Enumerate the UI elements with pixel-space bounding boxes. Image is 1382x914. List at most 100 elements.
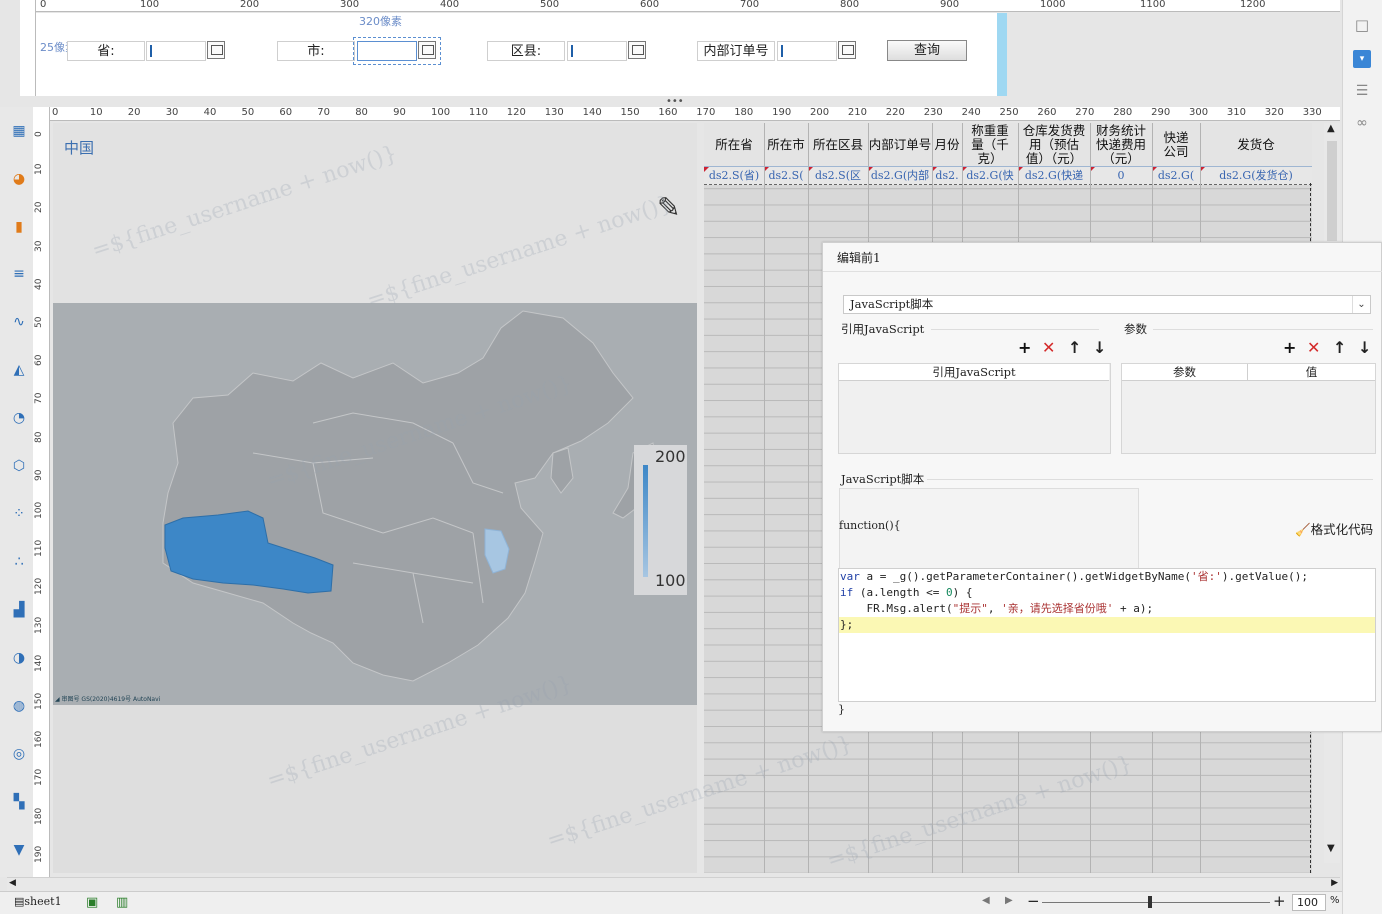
data-cell[interactable]: ds2.G(发货仓): [1200, 167, 1312, 185]
add-param-icon[interactable]: +: [1283, 340, 1296, 356]
scroll-down-icon[interactable]: ▼: [1327, 843, 1335, 854]
order-no-dropdown-icon[interactable]: [838, 41, 856, 59]
header-cell[interactable]: 快递公司: [1152, 123, 1200, 167]
zoom-in-icon[interactable]: +: [1273, 892, 1286, 910]
donut-chart-icon[interactable]: ◑: [10, 650, 28, 666]
china-map[interactable]: 200 100 ◢ 审图号 GS(2020)4619号 AutoNavi: [53, 303, 697, 705]
combo-chart-icon[interactable]: ▟: [10, 602, 28, 618]
label-city[interactable]: 市:: [277, 41, 355, 61]
move-down-ref-icon[interactable]: ↓: [1093, 340, 1106, 356]
code-editor[interactable]: var a = _g().getParameterContainer().get…: [838, 568, 1376, 702]
map-chart-card[interactable]: 中国 ✎ 200 100 ◢ 审图号 GS(2020)4619号 AutoNav…: [53, 123, 697, 873]
add-sheet-icon[interactable]: ▣: [86, 895, 98, 910]
district-combo[interactable]: [567, 41, 627, 61]
param-column-header: 参数: [1122, 364, 1248, 381]
header-cell[interactable]: 月份: [932, 123, 962, 167]
data-row: ds2.S(省) ds2.S( ds2.S(区 ds2.G(内部 ds2. ds…: [704, 167, 1312, 185]
delete-param-icon[interactable]: ✕: [1307, 340, 1320, 356]
format-code-button[interactable]: 🧹格式化代码: [1295, 519, 1373, 538]
move-up-param-icon[interactable]: ↑: [1333, 340, 1346, 356]
ruler-tick-label: 320: [1264, 107, 1284, 118]
area-chart-icon[interactable]: ◭: [10, 362, 28, 378]
pie-chart-icon[interactable]: ◕: [10, 171, 28, 187]
query-button[interactable]: 查询: [887, 40, 967, 61]
prev-sheet-icon[interactable]: ◀: [982, 895, 990, 906]
scatter-chart-icon[interactable]: ⁘: [10, 506, 28, 522]
line-chart-icon[interactable]: ∿: [10, 314, 28, 330]
bar-chart-icon[interactable]: ▮: [10, 219, 28, 235]
data-cell[interactable]: ds2.G(快: [962, 167, 1018, 185]
zoom-slider-thumb[interactable]: [1148, 896, 1152, 908]
script-type-select[interactable]: JavaScript脚本 ⌄: [843, 295, 1371, 314]
link-icon[interactable]: ∞: [1353, 114, 1371, 132]
ref-js-table[interactable]: 引用JavaScript: [838, 363, 1111, 454]
header-cell[interactable]: 所在市: [764, 123, 808, 167]
scroll-left-icon[interactable]: ◀: [9, 878, 16, 888]
header-cell[interactable]: 仓库发货费用（预估值）（元）: [1018, 123, 1090, 167]
label-district[interactable]: 区县:: [487, 41, 565, 61]
horizontal-scrollbar[interactable]: ◀ ▶: [7, 877, 1340, 891]
funnel-chart-icon[interactable]: ▼: [10, 842, 28, 858]
ruler-tick-label: 160: [34, 731, 44, 749]
square-icon[interactable]: □: [1353, 16, 1371, 34]
province-combo[interactable]: [146, 41, 206, 61]
scroll-up-icon[interactable]: ▲: [1327, 123, 1335, 134]
panel-resize-strip[interactable]: [997, 13, 1007, 96]
edit-pencil-icon[interactable]: ✎: [657, 191, 680, 224]
globe-map-icon[interactable]: ◍: [10, 698, 28, 714]
data-cell[interactable]: ds2.G(: [1152, 167, 1200, 185]
ruler-tick-label: 30: [34, 240, 44, 252]
province-dropdown-icon[interactable]: [207, 41, 225, 59]
district-dropdown-icon[interactable]: [628, 41, 646, 59]
zoom-slider[interactable]: [1042, 902, 1270, 903]
ruler-tick-label: 300: [1189, 107, 1209, 118]
data-cell[interactable]: ds2.S(: [764, 167, 808, 185]
ruler-tick-label: 140: [582, 107, 602, 118]
chevron-down-icon[interactable]: ⌄: [1352, 296, 1370, 313]
scroll-thumb[interactable]: [1327, 141, 1337, 241]
treemap-icon[interactable]: ▚: [10, 794, 28, 810]
add-poly-sheet-icon[interactable]: ▥: [116, 895, 128, 910]
params-table[interactable]: 参数 值: [1121, 363, 1376, 454]
data-cell[interactable]: ds2.G(内部: [868, 167, 932, 185]
label-province[interactable]: 省:: [67, 41, 145, 61]
horizontal-bar-icon[interactable]: ≡: [10, 266, 28, 282]
widget-dropdown-icon[interactable]: ▾: [1353, 50, 1371, 68]
add-ref-icon[interactable]: +: [1018, 340, 1031, 356]
ruler-tick-label: 310: [1226, 107, 1246, 118]
scroll-right-icon[interactable]: ▶: [1331, 878, 1338, 888]
data-cell[interactable]: ds2.: [932, 167, 962, 185]
next-sheet-icon[interactable]: ▶: [1005, 895, 1013, 906]
parameter-panel: 25像素 320像素 省: 市: 区县: 内部订单号 查询: [36, 13, 998, 96]
move-up-ref-icon[interactable]: ↑: [1068, 340, 1081, 356]
header-cell[interactable]: 发货仓: [1200, 123, 1312, 167]
header-cell[interactable]: 所在区县: [808, 123, 868, 167]
header-cell[interactable]: 内部订单号: [868, 123, 932, 167]
bubble-chart-icon[interactable]: ∴: [10, 554, 28, 570]
point-map-icon[interactable]: ◎: [10, 746, 28, 762]
data-cell[interactable]: ds2.S(省): [704, 167, 764, 185]
gauge-chart-icon[interactable]: ◔: [10, 410, 28, 426]
ruler-tick-label: 140: [34, 654, 44, 672]
splitter-handle[interactable]: •••: [666, 96, 684, 107]
header-cell[interactable]: 财务统计快递费用（元）: [1090, 123, 1152, 167]
map-header: 中国 ✎: [53, 123, 697, 303]
sheet-tab[interactable]: ▤sheet1: [14, 895, 62, 908]
ruler-tick-label: 170: [34, 769, 44, 787]
header-cell[interactable]: 所在省: [704, 123, 764, 167]
order-no-input[interactable]: [777, 41, 837, 61]
delete-ref-icon[interactable]: ✕: [1042, 340, 1055, 356]
label-order-no[interactable]: 内部订单号: [697, 41, 775, 61]
data-cell[interactable]: ds2.G(快递: [1018, 167, 1090, 185]
move-down-param-icon[interactable]: ↓: [1358, 340, 1371, 356]
zoom-input[interactable]: 100: [1292, 894, 1326, 911]
ruler-tick-label: 110: [468, 107, 488, 118]
zoom-out-icon[interactable]: −: [1027, 892, 1040, 910]
data-cell[interactable]: ds2.S(区: [808, 167, 868, 185]
header-cell[interactable]: 称重重量（千克）: [962, 123, 1018, 167]
radar-chart-icon[interactable]: ⬡: [10, 458, 28, 474]
data-cell[interactable]: 0: [1090, 167, 1152, 185]
ruler-tick-label: 160: [658, 107, 678, 118]
layers-icon[interactable]: ☰: [1353, 82, 1371, 100]
table-chart-icon[interactable]: ▦: [10, 123, 28, 139]
